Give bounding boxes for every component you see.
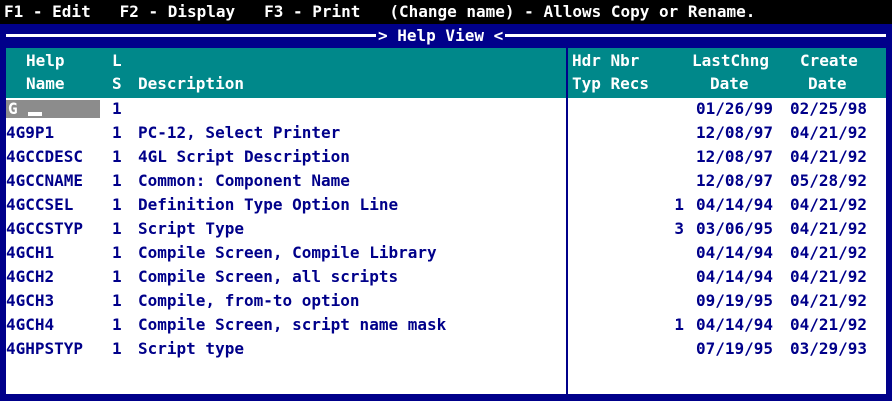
description-cell: Definition Type Option Line bbox=[138, 195, 399, 214]
col-lastchng-line2[interactable]: Date bbox=[710, 73, 749, 95]
description-cell: Compile Screen, all scripts bbox=[138, 267, 399, 286]
help-name-cell: 4GCH3 bbox=[6, 291, 55, 310]
create-date-cell: 03/29/93 bbox=[790, 339, 868, 358]
last-change-date-cell: 07/19/95 bbox=[696, 339, 774, 358]
col-lastchng-line1[interactable]: LastChng bbox=[692, 50, 769, 72]
last-change-date-cell: 04/14/94 bbox=[696, 195, 774, 214]
col-description[interactable]: Description bbox=[138, 73, 244, 95]
last-change-date-cell: 09/19/95 bbox=[696, 291, 774, 310]
last-change-date-cell: 12/08/97 bbox=[696, 147, 774, 166]
last-change-date-cell: 12/08/97 bbox=[696, 123, 774, 142]
description-cell: Script Type bbox=[138, 219, 244, 238]
description-cell: 4GL Script Description bbox=[138, 147, 350, 166]
table-row[interactable]: 4GCCNAME 1 Common: Component Name 12/08/97 0… bbox=[6, 170, 886, 192]
column-separator bbox=[566, 48, 568, 394]
create-date-cell: 02/25/98 bbox=[790, 99, 868, 118]
create-date-cell: 04/21/92 bbox=[790, 267, 868, 286]
ls-cell: 1 bbox=[112, 315, 122, 334]
table-row[interactable]: 1 01/26/99 02/25/98 bbox=[6, 98, 886, 120]
ls-cell: 1 bbox=[112, 171, 122, 190]
table-row[interactable]: 4GHPSTYP 1 Script type 07/19/95 03/29/93 bbox=[6, 338, 886, 360]
col-create-line1[interactable]: Create bbox=[800, 50, 858, 72]
help-name-cell: 4GCH1 bbox=[6, 243, 55, 262]
nbr-recs-cell: 1 bbox=[674, 315, 684, 334]
create-date-cell: 05/28/92 bbox=[790, 171, 868, 190]
create-date-cell: 04/21/92 bbox=[790, 195, 868, 214]
table-row[interactable]: 4GCH1 1 Compile Screen, Compile Library 04/… bbox=[6, 242, 886, 264]
col-ls-line2[interactable]: S bbox=[112, 73, 122, 95]
ls-cell: 1 bbox=[112, 243, 122, 262]
help-name-cell: 4GCCSTYP bbox=[6, 219, 84, 238]
description-cell: Script type bbox=[138, 339, 244, 358]
help-name-cell: 4GCH4 bbox=[6, 315, 55, 334]
last-change-date-cell: 04/14/94 bbox=[696, 315, 774, 334]
last-change-date-cell: 01/26/99 bbox=[696, 99, 774, 118]
table-row[interactable]: 4GCCSEL 1 Definition Type Option Line 1 04/1… bbox=[6, 194, 886, 216]
create-date-cell: 04/21/92 bbox=[790, 123, 868, 142]
description-cell: Compile Screen, Compile Library bbox=[138, 243, 437, 262]
col-hdr-nbr-line1[interactable]: Hdr Nbr bbox=[572, 50, 639, 72]
nbr-recs-cell: 3 bbox=[674, 219, 684, 238]
col-hdr-nbr-line2[interactable]: Typ Recs bbox=[572, 73, 649, 95]
window-title: > Help View < bbox=[376, 25, 506, 47]
ls-cell: 1 bbox=[112, 267, 122, 286]
col-help-name-line2[interactable]: Name bbox=[26, 73, 65, 95]
help-view-window: > Help View < Help Name L S Description … bbox=[0, 24, 892, 401]
last-change-date-cell: 03/06/95 bbox=[696, 219, 774, 238]
last-change-date-cell: 04/14/94 bbox=[696, 267, 774, 286]
description-cell: Compile, from-to option bbox=[138, 291, 360, 310]
col-help-name-line1[interactable]: Help bbox=[26, 50, 65, 72]
create-date-cell: 04/21/92 bbox=[790, 243, 868, 262]
help-name-cell: 4GCCDESC bbox=[6, 147, 84, 166]
create-date-cell: 04/21/92 bbox=[790, 147, 868, 166]
column-header: Help Name L S Description Hdr Nbr Typ Re… bbox=[6, 48, 886, 98]
table-row[interactable]: 4G9P1 1 PC-12, Select Printer 12/08/97 04/21… bbox=[6, 122, 886, 144]
ls-cell: 1 bbox=[112, 195, 122, 214]
table-row[interactable]: 4GCCSTYP 1 Script Type 3 03/06/95 04/21/92 bbox=[6, 218, 886, 240]
description-cell: Common: Component Name bbox=[138, 171, 350, 190]
help-name-cell: 4G9P1 bbox=[6, 123, 55, 142]
create-date-cell: 04/21/92 bbox=[790, 291, 868, 310]
table-row[interactable]: 4GCH2 1 Compile Screen, all scripts 04/14/9… bbox=[6, 266, 886, 288]
help-list-panel: Help Name L S Description Hdr Nbr Typ Re… bbox=[6, 48, 886, 394]
table-row[interactable]: 4GCH4 1 Compile Screen, script name mask 1 0… bbox=[6, 314, 886, 336]
ls-cell: 1 bbox=[112, 147, 122, 166]
ls-cell: 1 bbox=[112, 339, 122, 358]
help-name-cell: 4GCCNAME bbox=[6, 171, 84, 190]
ls-cell: 1 bbox=[112, 219, 122, 238]
create-date-cell: 04/21/92 bbox=[790, 219, 868, 238]
table-row[interactable]: 4GCCDESC 1 4GL Script Description 12/08/97 0… bbox=[6, 146, 886, 168]
help-name-cell: 4GHPSTYP bbox=[6, 339, 84, 358]
help-name-cell: 4GCCSEL bbox=[6, 195, 74, 214]
last-change-date-cell: 12/08/97 bbox=[696, 171, 774, 190]
last-change-date-cell: 04/14/94 bbox=[696, 243, 774, 262]
description-cell: PC-12, Select Printer bbox=[138, 123, 341, 142]
ls-cell: 1 bbox=[112, 123, 122, 142]
nbr-recs-cell: 1 bbox=[674, 195, 684, 214]
table-row[interactable]: 4GCH3 1 Compile, from-to option 09/19/95 04/… bbox=[6, 290, 886, 312]
create-date-cell: 04/21/92 bbox=[790, 315, 868, 334]
help-name-cell: 4GCH2 bbox=[6, 267, 55, 286]
function-key-bar: F1 - Edit F2 - Display F3 - Print (Chang… bbox=[0, 0, 892, 24]
ls-cell: 1 bbox=[112, 99, 122, 118]
col-ls-line1[interactable]: L bbox=[112, 50, 122, 72]
ls-cell: 1 bbox=[112, 291, 122, 310]
description-cell: Compile Screen, script name mask bbox=[138, 315, 447, 334]
col-create-line2[interactable]: Date bbox=[808, 73, 847, 95]
